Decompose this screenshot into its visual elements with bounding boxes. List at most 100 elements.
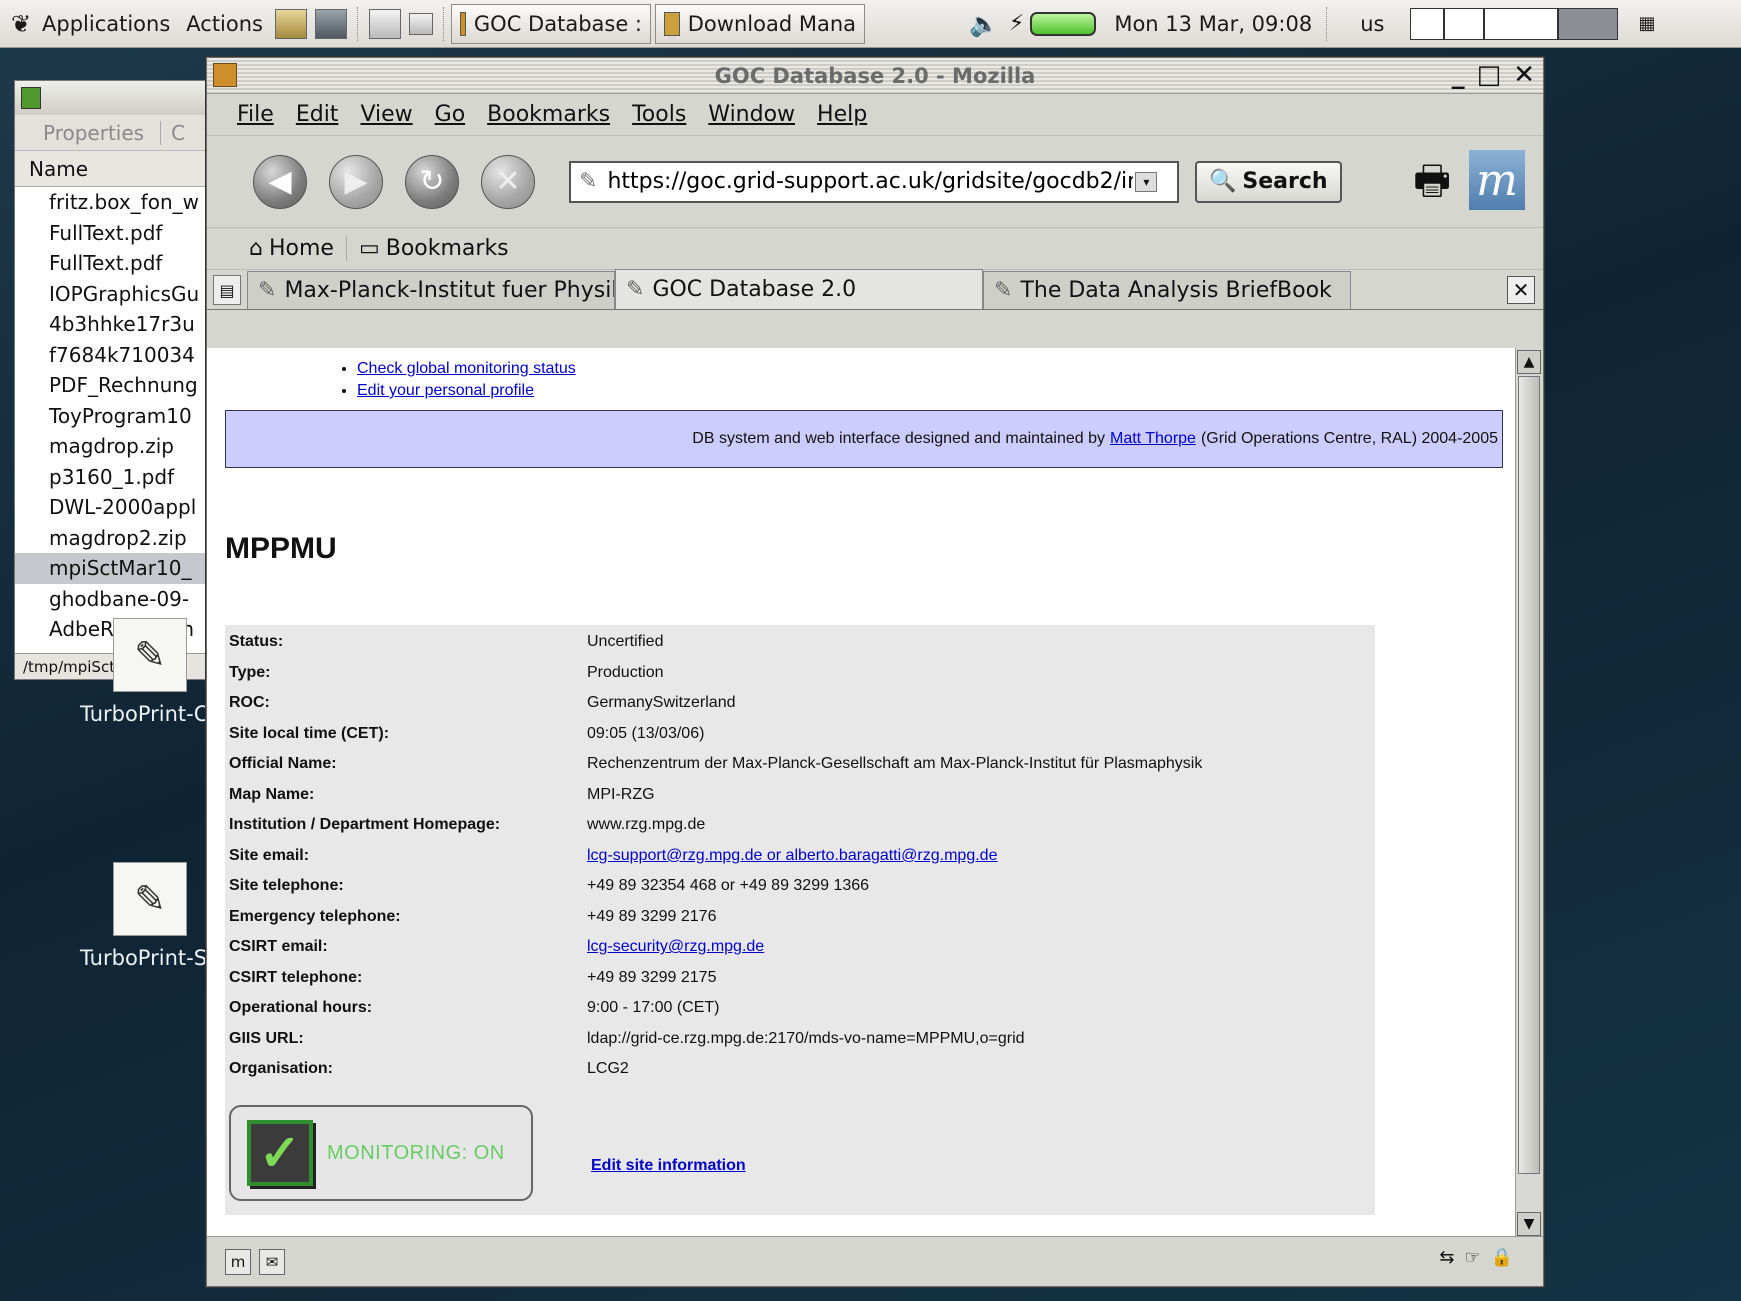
menu-view[interactable]: View	[360, 102, 412, 127]
back-button[interactable]: ◀	[253, 154, 307, 209]
page-icon: ✎	[994, 278, 1013, 303]
status-bar: m ✉ ⇆ ☞ 🔒	[207, 1236, 1543, 1286]
list-item[interactable]: f7684k710034	[15, 340, 213, 371]
tab-data-analysis-briefbook[interactable]: ✎ The Data Analysis BriefBook	[983, 271, 1351, 309]
mail-status-icon[interactable]: ✉	[259, 1248, 285, 1275]
notes-launcher-icon[interactable]	[275, 8, 307, 39]
volume-icon[interactable]: 🔈	[961, 0, 1007, 47]
name-column-header[interactable]: Name	[15, 151, 213, 187]
window-title: GOC Database 2.0 - Mozilla	[714, 63, 1036, 88]
table-row: Institution / Department Homepage: www.rz…	[227, 810, 1202, 841]
list-item[interactable]: magdrop2.zip	[15, 523, 213, 554]
keyboard-layout[interactable]: us	[1334, 0, 1410, 47]
tab-max-planck[interactable]: ✎ Max-Planck-Institut fuer Physik,...	[247, 271, 615, 309]
list-item[interactable]: ghodbane-09-	[15, 584, 213, 615]
menu-window[interactable]: Window	[708, 102, 795, 127]
menu-go[interactable]: Go	[435, 102, 466, 127]
field-label: Status:	[229, 633, 284, 651]
file-manager-tabs: Properties C	[15, 115, 213, 151]
window-titlebar[interactable]: GOC Database 2.0 - Mozilla _ □ ✕	[207, 58, 1543, 94]
close-icon[interactable]: ✕	[1513, 60, 1535, 90]
battery-icon[interactable]	[1030, 11, 1097, 36]
print-icon[interactable]: 🖶	[1413, 152, 1451, 220]
list-item[interactable]: IOPGraphicsGu	[15, 279, 213, 310]
list-item[interactable]: p3160_1.pdf	[15, 462, 213, 493]
power-icon[interactable]: ⚡	[1007, 0, 1026, 47]
workspace-4[interactable]	[1558, 7, 1619, 40]
task-label: Download Mana	[687, 11, 856, 36]
mozilla-status-icon[interactable]: m	[225, 1248, 251, 1275]
list-item[interactable]: 4b3hhke17r3u	[15, 309, 213, 340]
forward-button[interactable]: ▶	[329, 154, 383, 209]
menu-bar: File Edit View Go Bookmarks Tools Window…	[207, 94, 1543, 136]
list-item[interactable]: DWL-2000appl	[15, 492, 213, 523]
email-link[interactable]: lcg-security@rzg.mpg.de	[587, 938, 764, 955]
list-item[interactable]: magdrop.zip	[15, 431, 213, 462]
vertical-scrollbar[interactable]: ▲ ▼	[1515, 348, 1541, 1238]
c-tab[interactable]: C	[161, 121, 185, 145]
task-download-manager[interactable]: Download Mana	[655, 3, 865, 44]
minimize-icon[interactable]: _	[1452, 60, 1465, 90]
scroll-up-icon[interactable]: ▲	[1517, 350, 1541, 374]
desktop-launcher-icon[interactable]	[409, 12, 433, 35]
mozilla-window: GOC Database 2.0 - Mozilla _ □ ✕ File Ed…	[206, 57, 1544, 1287]
url-bar[interactable]: ✎ ▾	[569, 160, 1179, 203]
url-dropdown-icon[interactable]: ▾	[1135, 171, 1158, 192]
field-value: GermanySwitzerland	[587, 694, 736, 712]
url-input[interactable]	[605, 168, 1136, 195]
edit-site-information-link[interactable]: Edit site information	[591, 1157, 746, 1175]
page-proxy-icon[interactable]: ✎	[579, 169, 597, 194]
monitoring-status-link[interactable]: Check global monitoring status	[357, 360, 576, 377]
gnome-foot-icon[interactable]: ❦	[8, 10, 34, 38]
menu-bookmarks[interactable]: Bookmarks	[487, 102, 610, 127]
new-tab-icon[interactable]: ▤	[213, 275, 241, 305]
scroll-down-icon[interactable]: ▼	[1517, 1212, 1541, 1236]
file-list: fritz.box_fon_w FullText.pdf FullText.pdf I…	[15, 187, 213, 645]
lock-icon[interactable]: 🔒	[1491, 1247, 1513, 1268]
actions-menu[interactable]: Actions	[178, 0, 271, 47]
table-row: Operational hours: 9:00 - 17:00 (CET)	[227, 993, 1202, 1024]
cookie-icon[interactable]: ☞	[1464, 1247, 1480, 1268]
clock[interactable]: Mon 13 Mar, 09:08	[1106, 0, 1320, 47]
menu-edit[interactable]: Edit	[296, 102, 339, 127]
email-link[interactable]: lcg-support@rzg.mpg.de or alberto.baraga…	[587, 847, 997, 864]
stop-button[interactable]: ✕	[481, 154, 535, 209]
home-bookmark[interactable]: ⌂ Home	[237, 236, 347, 261]
online-status-icon[interactable]: ⇆	[1439, 1247, 1454, 1268]
applications-menu[interactable]: Applications	[34, 0, 178, 47]
personal-profile-link[interactable]: Edit your personal profile	[357, 382, 534, 399]
tab-goc-database[interactable]: ✎ GOC Database 2.0	[615, 269, 983, 309]
task-goc-database[interactable]: GOC Database :	[451, 3, 651, 44]
author-link[interactable]: Matt Thorpe	[1110, 430, 1196, 448]
mozilla-window-icon[interactable]	[213, 63, 237, 87]
list-item[interactable]: fritz.box_fon_w	[15, 187, 213, 218]
mozilla-throbber-icon[interactable]: m	[1469, 150, 1525, 210]
list-item[interactable]: FullText.pdf	[15, 218, 213, 249]
menu-tools[interactable]: Tools	[632, 102, 686, 127]
menu-file[interactable]: File	[237, 102, 274, 127]
table-row: GIIS URL: ldap://grid-ce.rzg.mpg.de:2170/…	[227, 1024, 1202, 1055]
editor-launcher-icon[interactable]	[369, 8, 401, 39]
workspace-3[interactable]	[1484, 7, 1559, 40]
list-item[interactable]: PDF_Rechnung	[15, 370, 213, 401]
bookmarks-folder[interactable]: ▭ Bookmarks	[347, 236, 521, 261]
workspace-1[interactable]	[1410, 7, 1445, 40]
footer-suffix: (Grid Operations Centre, RAL) 2004-2005	[1200, 430, 1498, 447]
close-tab-icon[interactable]: ✕	[1507, 276, 1535, 304]
scrollbar-thumb[interactable]	[1518, 376, 1540, 1174]
back-arrow-icon: ◀	[268, 164, 292, 199]
maximize-icon[interactable]: □	[1477, 60, 1502, 90]
properties-tab[interactable]: Properties	[43, 120, 162, 145]
reload-button[interactable]: ↻	[405, 154, 459, 209]
file-manager-titlebar[interactable]	[15, 81, 213, 115]
tab-label: The Data Analysis BriefBook	[1020, 278, 1332, 303]
accessibility-icon[interactable]: ▦	[1618, 0, 1663, 47]
search-button[interactable]: 🔍 Search	[1195, 160, 1342, 203]
terminal-launcher-icon[interactable]	[315, 8, 347, 39]
list-item[interactable]: mpiSctMar10_	[15, 553, 213, 584]
list-item[interactable]: FullText.pdf	[15, 248, 213, 279]
list-item[interactable]: ToyProgram10	[15, 401, 213, 432]
workspace-2[interactable]	[1444, 7, 1485, 40]
menu-help[interactable]: Help	[817, 102, 867, 127]
top-panel: ❦ Applications Actions GOC Database : Do…	[0, 0, 1741, 48]
